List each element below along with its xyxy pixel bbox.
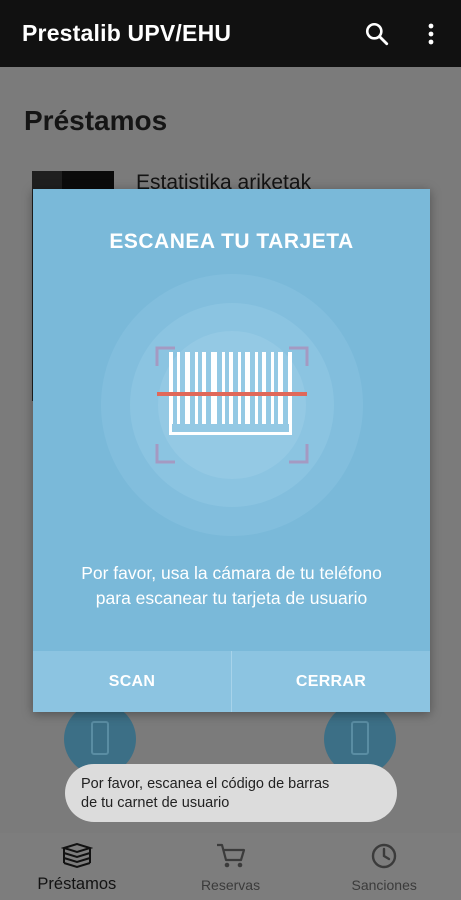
dialog-message-line1: Por favor, usa la cámara de tu teléfono [81, 563, 382, 583]
search-button[interactable] [355, 12, 399, 56]
scan-card-dialog: ESCANEA TU TARJETA Por favor, usa la cám… [33, 189, 430, 712]
dialog-actions: SCAN CERRAR [33, 651, 430, 712]
close-button[interactable]: CERRAR [232, 651, 430, 712]
nav-label-prestamos: Préstamos [37, 875, 117, 893]
dialog-title: ESCANEA TU TARJETA [109, 230, 354, 253]
more-vert-icon [428, 23, 434, 44]
page-title: Préstamos [24, 105, 168, 136]
nav-item-prestamos[interactable]: Préstamos [0, 833, 154, 900]
toast-line1: Por favor, escanea el código de barras [81, 776, 330, 792]
nav-label-reservas: Reservas [200, 877, 261, 893]
dialog-message: Por favor, usa la cámara de tu teléfono … [43, 561, 420, 611]
bottom-navigation: Préstamos Reservas Sanciones [0, 833, 461, 900]
cart-icon [216, 843, 245, 868]
dialog-message-line2: para escanear tu tarjeta de usuario [95, 588, 368, 608]
scan-button[interactable]: SCAN [33, 651, 231, 712]
toast-line2: de tu carnet de usuario [81, 795, 230, 811]
nav-item-sanciones[interactable]: Sanciones [307, 833, 461, 900]
scan-line [157, 392, 307, 396]
history-icon [371, 843, 397, 869]
nav-label-sanciones: Sanciones [351, 877, 417, 893]
search-icon [365, 22, 389, 45]
phone-icon [351, 721, 369, 755]
nav-item-reservas[interactable]: Reservas [154, 833, 308, 900]
phone-icon [91, 721, 109, 755]
overflow-menu-button[interactable] [409, 12, 453, 56]
app-bar: Prestalib UPV/EHU [0, 0, 461, 67]
toast-message: Por favor, escanea el código de barras d… [65, 764, 397, 822]
barcode-scan-illustration [101, 274, 363, 536]
app-title: Prestalib UPV/EHU [22, 20, 232, 46]
books-icon [60, 843, 93, 869]
